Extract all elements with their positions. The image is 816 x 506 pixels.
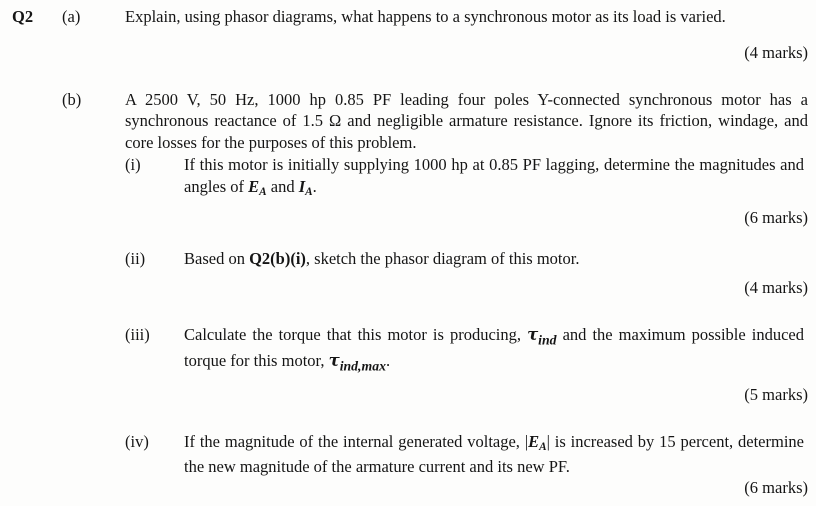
subpart-iii-label: (iii) <box>125 324 150 344</box>
subpart-i-text: If this motor is initially supplying 100… <box>184 154 808 200</box>
subpart-iii: (iii) Calculate the torque that this mot… <box>125 324 808 378</box>
subpart-iv-text: If the magnitude of the internal generat… <box>184 431 808 477</box>
symbol-ia-subscript: A <box>305 185 313 198</box>
subpart-iii-text-after: . <box>385 351 391 371</box>
symbol-tau-ind: τind <box>527 324 557 347</box>
part-a-text: Explain, using phasor diagrams, what hap… <box>125 7 726 26</box>
subpart-i-text-after: . <box>312 176 317 196</box>
subpart-iv: (iv) If the magnitude of the internal ge… <box>125 431 808 477</box>
question-part-a: Q2 (a) Explain, using phasor diagrams, w… <box>4 6 812 28</box>
part-a-label: (a) <box>62 7 81 26</box>
subpart-iii-text: Calculate the torque that this motor is … <box>184 324 808 378</box>
subpart-iv-marks: (6 marks) <box>744 478 808 498</box>
subpart-i-label: (i) <box>125 155 141 174</box>
part-a-marks: (4 marks) <box>744 42 808 62</box>
symbol-ea-subscript: A <box>259 185 267 198</box>
subpart-iv-text-before: If the magnitude of the internal generat… <box>184 432 529 452</box>
symbol-ea: EA <box>248 176 267 198</box>
symbol-ia: IA <box>299 177 313 198</box>
symbol-ea-base: E <box>248 176 260 196</box>
question-part-b: (b) A 2500 V, 50 Hz, 1000 hp 0.85 PF lea… <box>4 89 812 499</box>
symbol-ea-magnitude-base: E <box>528 432 540 452</box>
subpart-iii-text-before: Calculate the torque that this motor is … <box>184 324 528 344</box>
symbol-tau-ind-max-base: τ <box>328 351 340 371</box>
part-b-body: A 2500 V, 50 Hz, 1000 hp 0.85 PF leading… <box>125 89 812 499</box>
subpart-ii-text-after: , sketch the phasor diagram of this moto… <box>305 249 580 268</box>
part-b-stem-text: A 2500 V, 50 Hz, 1000 hp 0.85 PF leading… <box>125 89 808 152</box>
subpart-ii-reference: Q2(b)(i) <box>249 249 306 268</box>
subpart-iv-label: (iv) <box>125 432 149 452</box>
symbol-ea-magnitude-subscript: A <box>539 441 547 454</box>
subpart-ii-text: Based on Q2(b)(i), sketch the phasor dia… <box>184 248 808 270</box>
symbol-ea-magnitude: EA <box>528 432 547 454</box>
subpart-ii-marks: (4 marks) <box>744 277 808 297</box>
subpart-i: (i) If this motor is initially supplying… <box>125 154 808 200</box>
part-b-label: (b) <box>62 89 82 109</box>
symbol-tau-ind-max: τind,max <box>328 351 386 373</box>
exam-question-page: Q2 (a) Explain, using phasor diagrams, w… <box>0 0 816 506</box>
symbol-tau-ind-base: τ <box>527 324 539 344</box>
subpart-ii-text-before: Based on <box>184 249 250 268</box>
subpart-i-marks: (6 marks) <box>744 208 808 227</box>
symbol-tau-ind-max-subscript: ind,max <box>339 358 386 374</box>
subpart-ii: (ii) Based on Q2(b)(i), sketch the phaso… <box>125 248 808 270</box>
question-number-label: Q2 <box>12 7 34 26</box>
symbol-tau-ind-subscript: ind <box>538 331 557 347</box>
subpart-i-text-mid: and <box>266 176 299 196</box>
subpart-iii-marks: (5 marks) <box>744 385 808 405</box>
subpart-ii-label: (ii) <box>125 249 146 268</box>
